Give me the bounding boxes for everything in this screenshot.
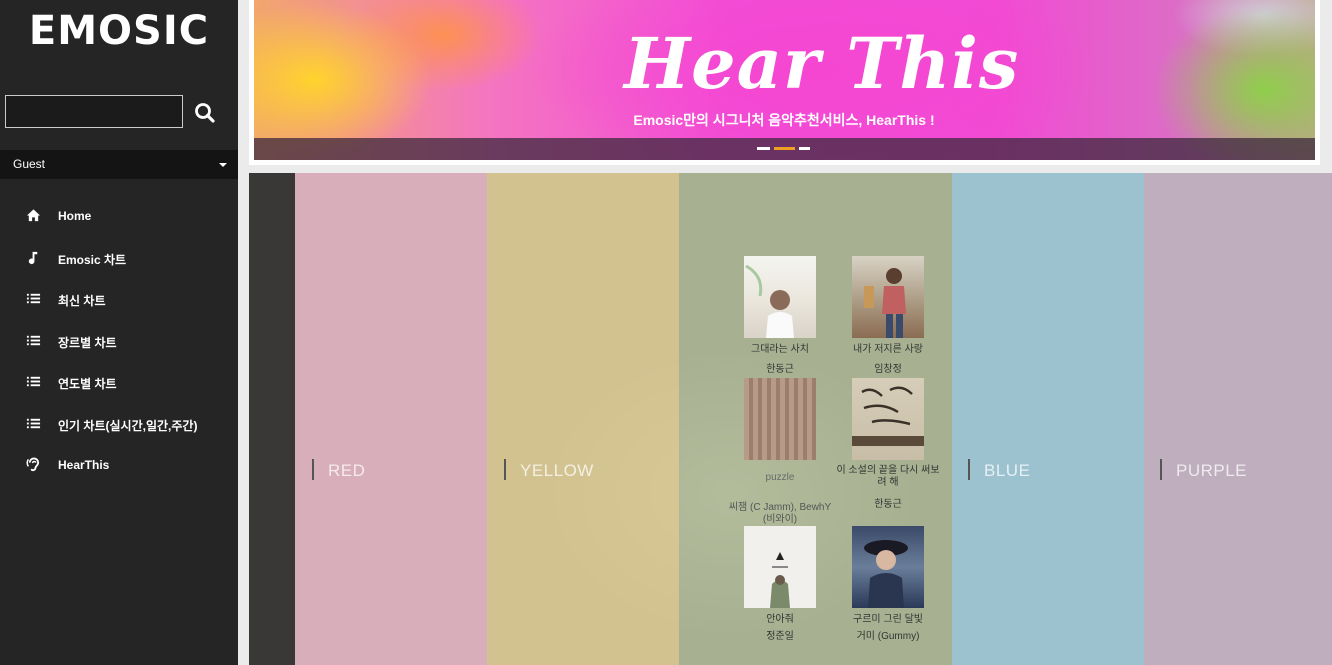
album-cover [852, 526, 924, 608]
banner-title: Hear This [624, 22, 1020, 105]
sidebar-item-home[interactable]: Home [0, 195, 238, 237]
song-card[interactable]: 구르미 그린 달빛 거미 (Gummy) [833, 526, 943, 643]
mood-label-purple: PURPLE [1159, 459, 1248, 480]
banner-slide[interactable]: Hear This Emosic만의 시그니처 음악추천서비스, HearThi… [254, 0, 1315, 160]
mood-panel-edge [249, 173, 295, 665]
sidebar-item-label: 인기 차트(실시간,일간,주간) [58, 418, 198, 433]
sidebar-item-emosic-chart[interactable]: Emosic 차트 [0, 237, 238, 279]
list-icon [26, 376, 41, 387]
mood-column-green-expanded[interactable]: 그대라는 사치 한동근 내가 저지른 사랑 임창정 puzzle 씨잼 (C J… [679, 173, 952, 665]
carousel-dot-3[interactable] [799, 147, 810, 150]
album-cover [744, 526, 816, 608]
album-cover [852, 256, 924, 338]
carousel-dot-1[interactable] [757, 147, 770, 150]
banner-carousel: Hear This Emosic만의 시그니처 음악추천서비스, HearThi… [249, 0, 1320, 165]
mood-column-blue[interactable]: BLUE [952, 173, 1144, 665]
song-title: puzzle [765, 472, 795, 483]
song-title: 이 소설의 끝을 다시 써보려 해 [836, 465, 940, 488]
search-button[interactable] [192, 100, 218, 126]
app-logo[interactable]: EMOSIC [0, 8, 238, 54]
album-cover [744, 378, 816, 460]
user-name: Guest [13, 157, 46, 171]
sidebar-item-label: Emosic 차트 [58, 252, 127, 267]
user-menu[interactable]: Guest [0, 150, 238, 179]
song-artist: 임창정 [874, 364, 902, 375]
song-card[interactable]: 그대라는 사치 한동근 [725, 256, 835, 376]
banner-subtitle: Emosic만의 시그니처 음악추천서비스, HearThis ! [633, 112, 935, 128]
search-input[interactable] [5, 95, 183, 128]
song-artist: 거미 (Gummy) [856, 631, 920, 642]
album-cover [744, 256, 816, 338]
song-card[interactable]: 안아줘 정준일 [725, 526, 835, 643]
mood-column-purple[interactable]: PURPLE [1144, 173, 1332, 665]
mood-column-red[interactable]: RED [295, 173, 487, 665]
caret-down-icon [219, 163, 227, 167]
song-artist: 씨잼 (C Jamm), BewhY (비와이) [728, 502, 832, 525]
list-icon [26, 293, 41, 304]
sidebar-nav: Home Emosic 차트 최신 차트 장르별 차트 연도별 차트 인기 차트… [0, 195, 238, 486]
song-card[interactable]: 내가 저지른 사랑 임창정 [833, 256, 943, 376]
song-title: 내가 저지른 사랑 [853, 344, 923, 355]
album-cover [852, 378, 924, 460]
mood-column-yellow[interactable]: YELLOW [487, 173, 679, 665]
music-note-icon [28, 251, 38, 264]
list-icon [26, 418, 41, 428]
song-title: 안아줘 [766, 614, 794, 625]
song-title: 구르미 그린 달빛 [853, 614, 923, 625]
sidebar-item-label: 연도별 차트 [58, 377, 117, 391]
search-icon [195, 103, 215, 123]
song-title: 그대라는 사치 [751, 344, 809, 355]
mood-label-red: RED [311, 459, 366, 480]
sidebar-item-hearthis[interactable]: HearThis [0, 444, 238, 486]
mood-selector: RED YELLOW 그대라는 사치 한동근 내가 저지른 사랑 임창정 puz… [249, 173, 1332, 665]
sidebar-item-genre-chart[interactable]: 장르별 차트 [0, 320, 238, 362]
mood-label-blue: BLUE [967, 459, 1031, 480]
song-card[interactable]: puzzle 씨잼 (C Jamm), BewhY (비와이) [725, 378, 835, 526]
sidebar-item-latest-chart[interactable]: 최신 차트 [0, 278, 238, 320]
sidebar-item-popular-chart[interactable]: 인기 차트(실시간,일간,주간) [0, 403, 238, 445]
song-artist: 정준일 [766, 631, 794, 642]
song-card[interactable]: 이 소설의 끝을 다시 써보려 해 한동근 [833, 378, 943, 511]
sidebar-item-label: Home [58, 209, 92, 223]
song-artist: 한동근 [766, 364, 794, 375]
sidebar-item-label: 장르별 차트 [58, 335, 117, 350]
song-artist: 한동근 [874, 499, 902, 510]
carousel-dot-2[interactable] [774, 147, 795, 150]
hearing-icon [26, 457, 40, 472]
sidebar-item-year-chart[interactable]: 연도별 차트 [0, 361, 238, 403]
list-icon [26, 335, 41, 345]
sidebar: EMOSIC Guest Home Emosic 차트 최신 차트 장르별 차트… [0, 0, 238, 665]
mood-label-yellow: YELLOW [504, 459, 594, 480]
home-icon [26, 209, 41, 222]
sidebar-item-label: 최신 차트 [58, 294, 106, 308]
sidebar-item-label: HearThis [58, 458, 110, 472]
